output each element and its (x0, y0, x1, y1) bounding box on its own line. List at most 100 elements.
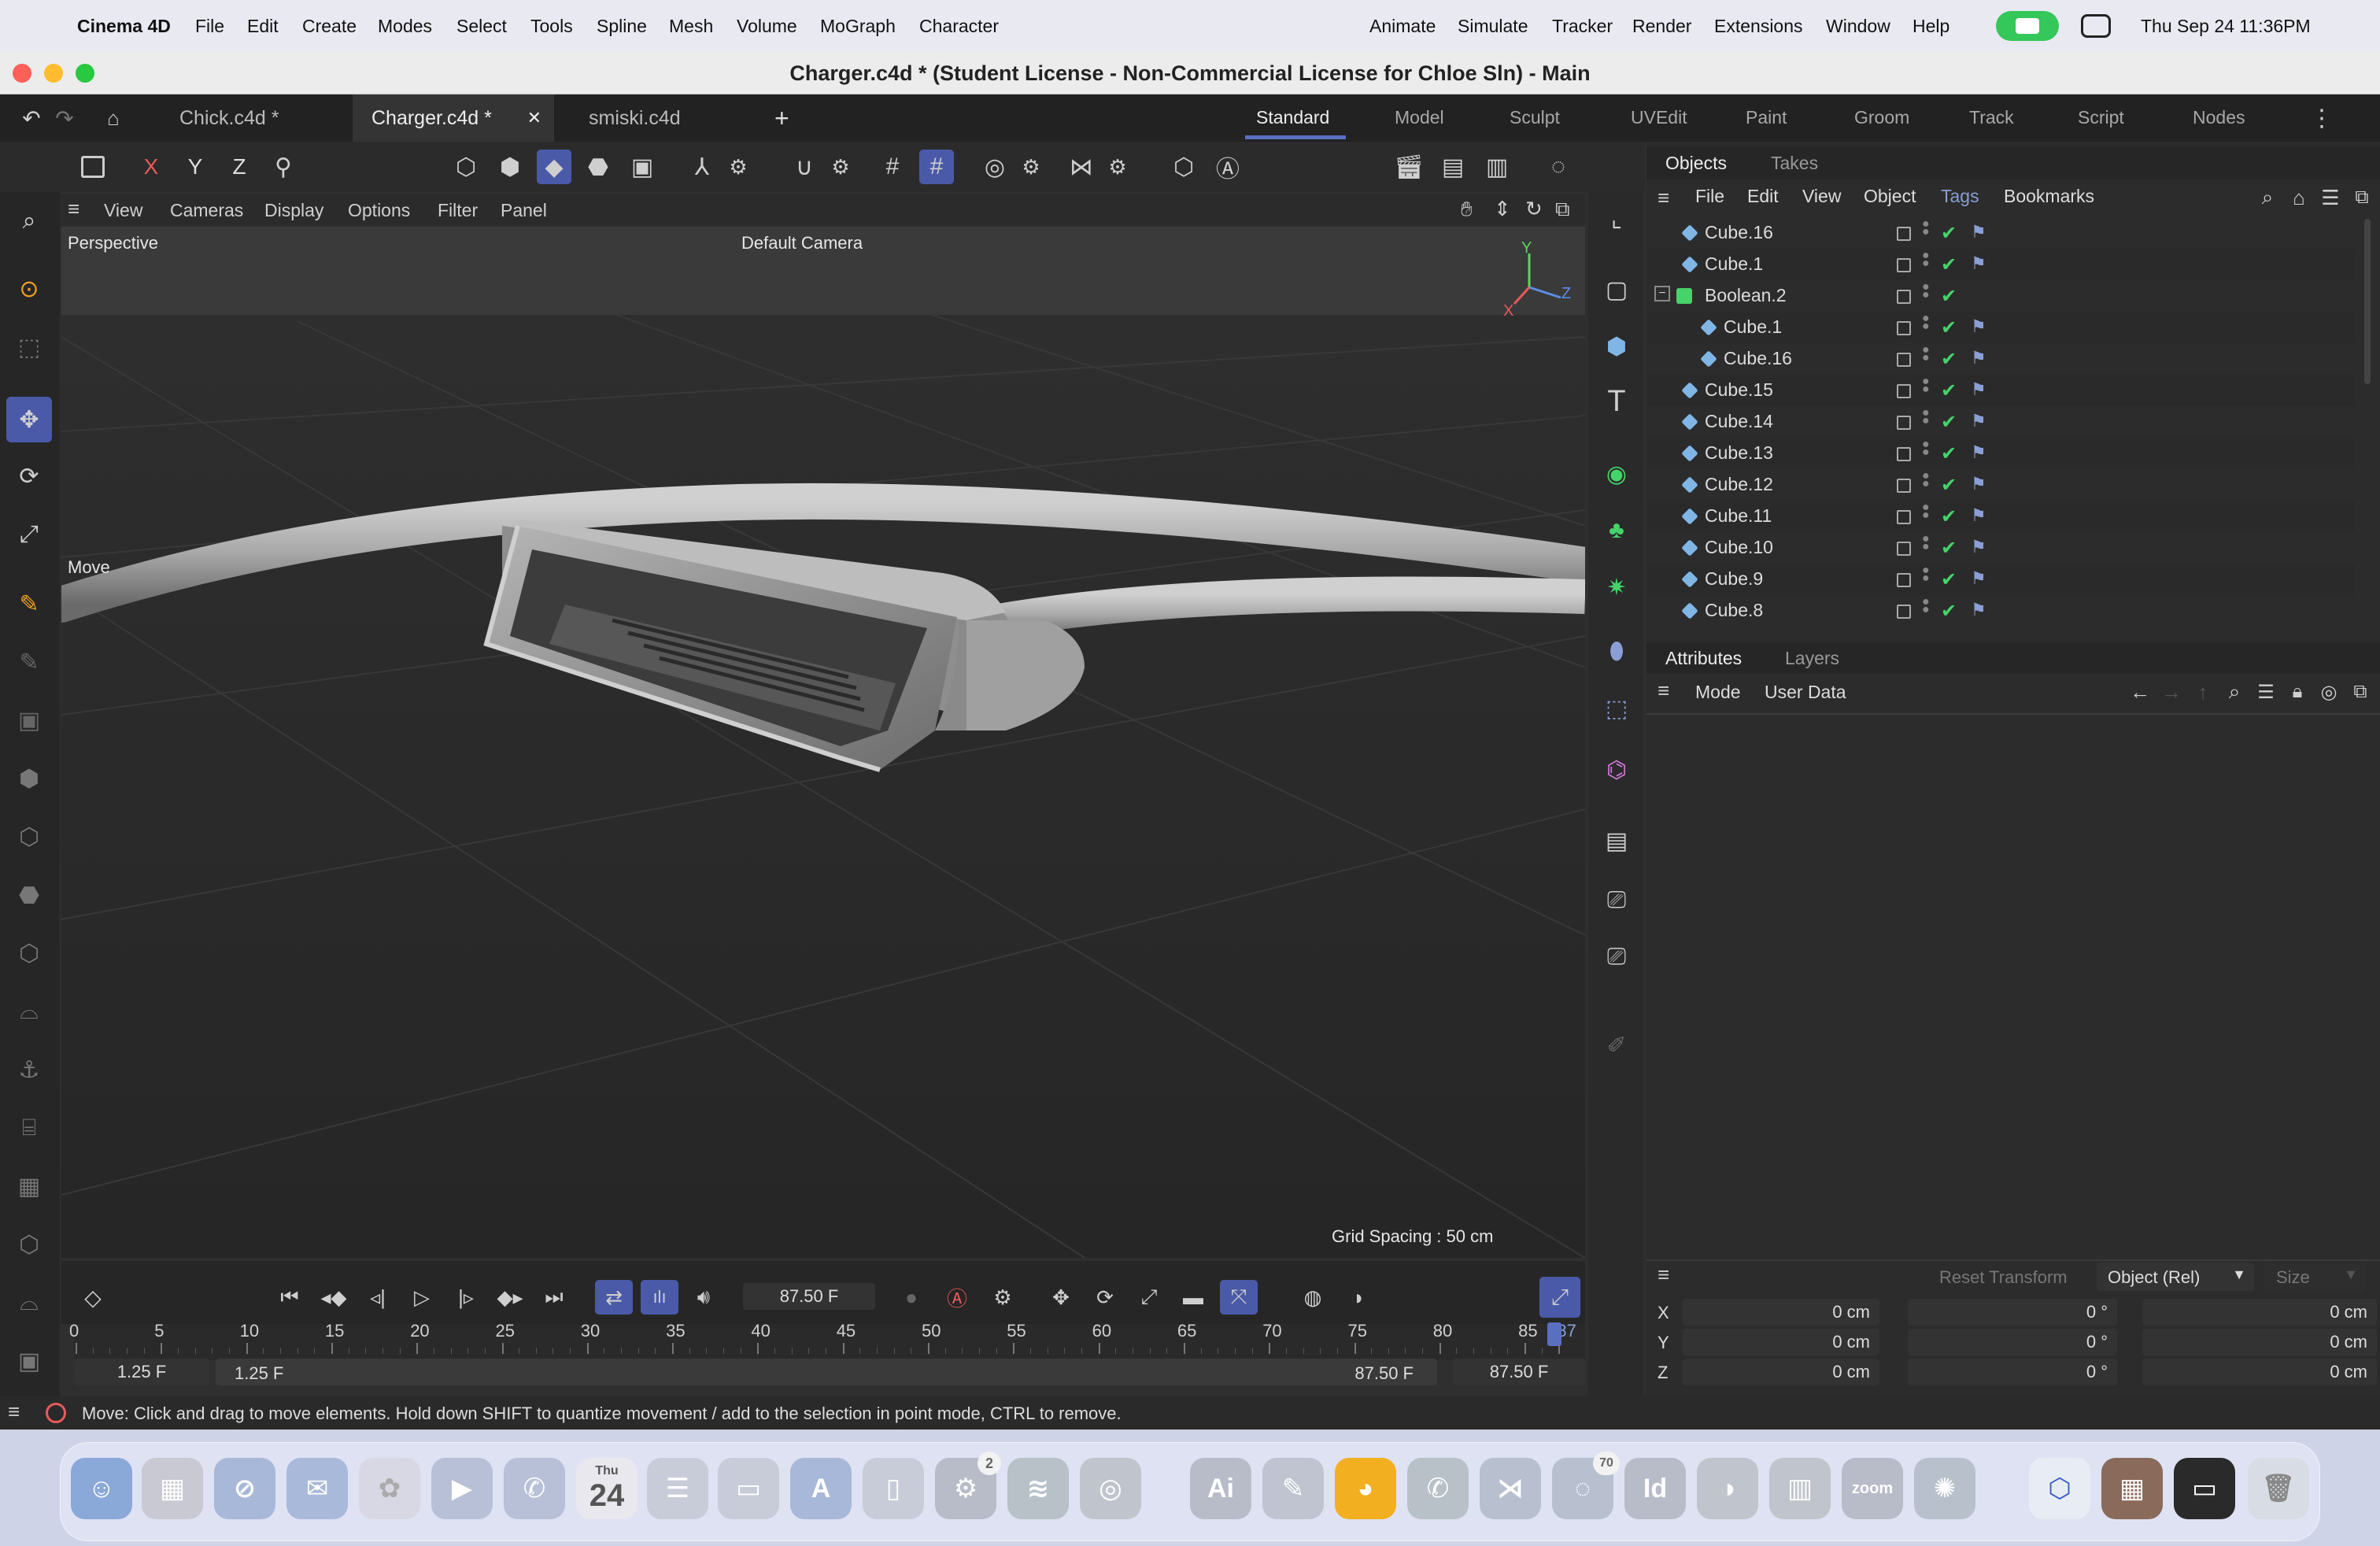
lock-selection-icon[interactable]: ⬡ (1166, 150, 1201, 184)
object-row[interactable]: − Boolean.2 ● ● ✔ (1646, 280, 2355, 312)
object-row[interactable]: Cube.9 ● ● ✔ ⚑ (1646, 564, 2355, 595)
more-options-icon[interactable]: ⋮ (2306, 102, 2338, 134)
objects-menu-view[interactable]: View (1802, 186, 1841, 207)
coords-size-field[interactable]: 0 cm (2142, 1329, 2377, 1356)
tag-flag-icon[interactable]: ⚑ (1971, 316, 1986, 337)
pen-app-icon[interactable]: ✎ (1262, 1458, 1324, 1519)
field-icon[interactable]: ⬚ (1595, 686, 1639, 730)
snap-settings-icon[interactable]: Ⓐ (1210, 150, 1245, 184)
menu-help[interactable]: Help (1913, 0, 1949, 52)
object-row[interactable]: Cube.1 ● ● ✔ ⚑ (1646, 249, 2355, 280)
3d-viewport[interactable]: Perspective Default Camera Move Grid Spa… (61, 227, 1585, 1258)
snap-magnet-icon[interactable]: ∪ (787, 150, 822, 184)
app-store-icon[interactable]: A (790, 1458, 852, 1519)
calendar-icon[interactable]: Thu 24 (576, 1458, 638, 1519)
layer-toggle-icon[interactable] (1897, 353, 1911, 367)
tab-objects[interactable]: Objects (1665, 153, 1727, 174)
attributes-target-icon[interactable]: ◎ (2315, 679, 2342, 705)
tag-flag-icon[interactable]: ⚑ (1971, 222, 1986, 242)
timeline-extra-icon[interactable]: ◑ (1340, 1280, 1374, 1315)
coords-hamburger-icon[interactable]: ≡ (1658, 1263, 1669, 1287)
enabled-check-icon[interactable]: ✔ (1941, 285, 1957, 308)
key-pla-icon[interactable]: ⤧ (1220, 1280, 1258, 1315)
layer-toggle-icon[interactable] (1897, 384, 1911, 398)
layer-toggle-icon[interactable] (1897, 479, 1911, 493)
archive-icon[interactable] (76, 150, 110, 184)
layer-toggle-icon[interactable] (1897, 447, 1911, 461)
objects-menu-edit[interactable]: Edit (1747, 186, 1779, 207)
status-hamburger-icon[interactable]: ≡ (8, 1400, 20, 1424)
render-settings-icon[interactable]: ▥ (1480, 150, 1514, 184)
coords-rotation-field[interactable]: 0 ° (1908, 1359, 2117, 1385)
object-row[interactable]: Cube.13 ● ● ✔ ⚑ (1646, 438, 2355, 469)
object-row[interactable]: Cube.14 ● ● ✔ ⚑ (1646, 406, 2355, 438)
photos-icon[interactable]: ✿ (359, 1458, 420, 1519)
timeline-expand-icon[interactable]: ⤢ (1539, 1277, 1580, 1318)
menu-animate[interactable]: Animate (1369, 0, 1436, 52)
layer-tool-icon[interactable]: ⬣ (8, 874, 50, 916)
snap-settings-gear-icon[interactable]: ⚙ (823, 150, 858, 184)
soft-selection-gear-icon[interactable]: ⚙ (1014, 150, 1048, 184)
menu-modes[interactable]: Modes (378, 0, 432, 52)
menu-spline[interactable]: Spline (597, 0, 647, 52)
go-to-end-icon[interactable]: ⏭︎ (537, 1280, 571, 1315)
pan-view-icon[interactable]: ✋︎ (1461, 197, 1473, 222)
tag-flag-icon[interactable]: ⚑ (1971, 348, 1986, 368)
enabled-check-icon[interactable]: ✔ (1941, 505, 1957, 528)
tab-chick[interactable]: Chick.c4d * (157, 94, 343, 142)
photo-thumbnail-icon[interactable]: ▦ (2101, 1458, 2163, 1519)
render-picture-viewer-icon[interactable]: ▤ (1436, 150, 1470, 184)
objects-expand-icon[interactable]: ⧉ (2349, 184, 2375, 211)
move-tool-icon[interactable]: ✥ (6, 397, 52, 442)
object-row[interactable]: Cube.15 ● ● ✔ ⚑ (1646, 375, 2355, 406)
attributes-search-icon[interactable]: ⌕ (2221, 679, 2248, 705)
sound-icon[interactable]: 🔊︎ (686, 1280, 721, 1315)
zoom-icon[interactable]: zoom (1842, 1458, 1903, 1519)
undo-icon[interactable]: ↶ (16, 102, 47, 134)
live-selection-icon[interactable]: ⊙ (8, 268, 50, 310)
visibility-dots-icon[interactable]: ● ● (1922, 564, 1930, 585)
layout-uvedit[interactable]: UVEdit (1631, 107, 1687, 128)
autokey-icon[interactable]: Ⓐ (940, 1280, 974, 1315)
visibility-dots-icon[interactable]: ● ● (1922, 407, 1930, 427)
visibility-dots-icon[interactable]: ● ● (1922, 375, 1930, 396)
spotify-icon[interactable]: ≋ (1007, 1458, 1069, 1519)
clapper-icon[interactable]: ▤ (1595, 819, 1639, 863)
objects-search-icon[interactable]: ⌕ (2254, 184, 2281, 211)
menu-select[interactable]: Select (456, 0, 507, 52)
workplane-grid-icon[interactable]: # (919, 150, 954, 184)
visibility-dots-icon[interactable]: ● ● (1922, 250, 1930, 270)
layer-toggle-icon[interactable] (1897, 542, 1911, 556)
safari-icon[interactable]: ⊘ (214, 1458, 275, 1519)
objects-scrollbar[interactable] (2364, 219, 2371, 384)
loop-icon[interactable]: ⇄ (595, 1280, 633, 1315)
layer-toggle-icon[interactable] (1897, 605, 1911, 619)
layer-toggle-icon[interactable] (1897, 510, 1911, 524)
rotate-tool-icon[interactable]: ⟳ (8, 455, 50, 497)
finder-icon[interactable]: ☺ (71, 1458, 132, 1519)
deformer-tool-icon[interactable]: ⬡ (8, 1223, 50, 1266)
messages-icon[interactable]: ◌ 70 (1552, 1452, 1620, 1519)
menu-tracker[interactable]: Tracker (1552, 0, 1613, 52)
y-axis-toggle[interactable]: Y (178, 150, 213, 184)
visibility-dots-icon[interactable]: ● ● (1922, 533, 1930, 553)
viewport-menu-cameras[interactable]: Cameras (170, 200, 243, 221)
axis-mode-icon[interactable]: ⅄ (685, 150, 719, 184)
menu-character[interactable]: Character (919, 0, 999, 52)
close-tab-icon[interactable]: ✕ (527, 94, 541, 142)
zoom-window-button[interactable] (76, 64, 94, 83)
dolly-view-icon[interactable]: ⇕ (1494, 197, 1511, 221)
tab-layers[interactable]: Layers (1785, 648, 1839, 669)
enabled-check-icon[interactable]: ✔ (1941, 537, 1957, 560)
visibility-dots-icon[interactable]: ● ● (1922, 344, 1930, 364)
coords-position-field[interactable]: 0 cm (1683, 1359, 1879, 1385)
viewport-menu-options[interactable]: Options (348, 200, 410, 221)
visibility-dots-icon[interactable]: ● ● (1922, 596, 1930, 616)
key-rotation-icon[interactable]: ⟳ (1088, 1280, 1122, 1315)
light-camera-icon[interactable]: ⎚ (1595, 935, 1639, 979)
layer-toggle-icon[interactable] (1897, 227, 1911, 241)
go-to-start-icon[interactable]: ⏮︎ (272, 1280, 307, 1315)
cup-app-icon[interactable]: ▥ (1769, 1458, 1831, 1519)
layout-groom[interactable]: Groom (1854, 107, 1909, 128)
cube-outline-icon[interactable]: ⬡ (8, 816, 50, 858)
